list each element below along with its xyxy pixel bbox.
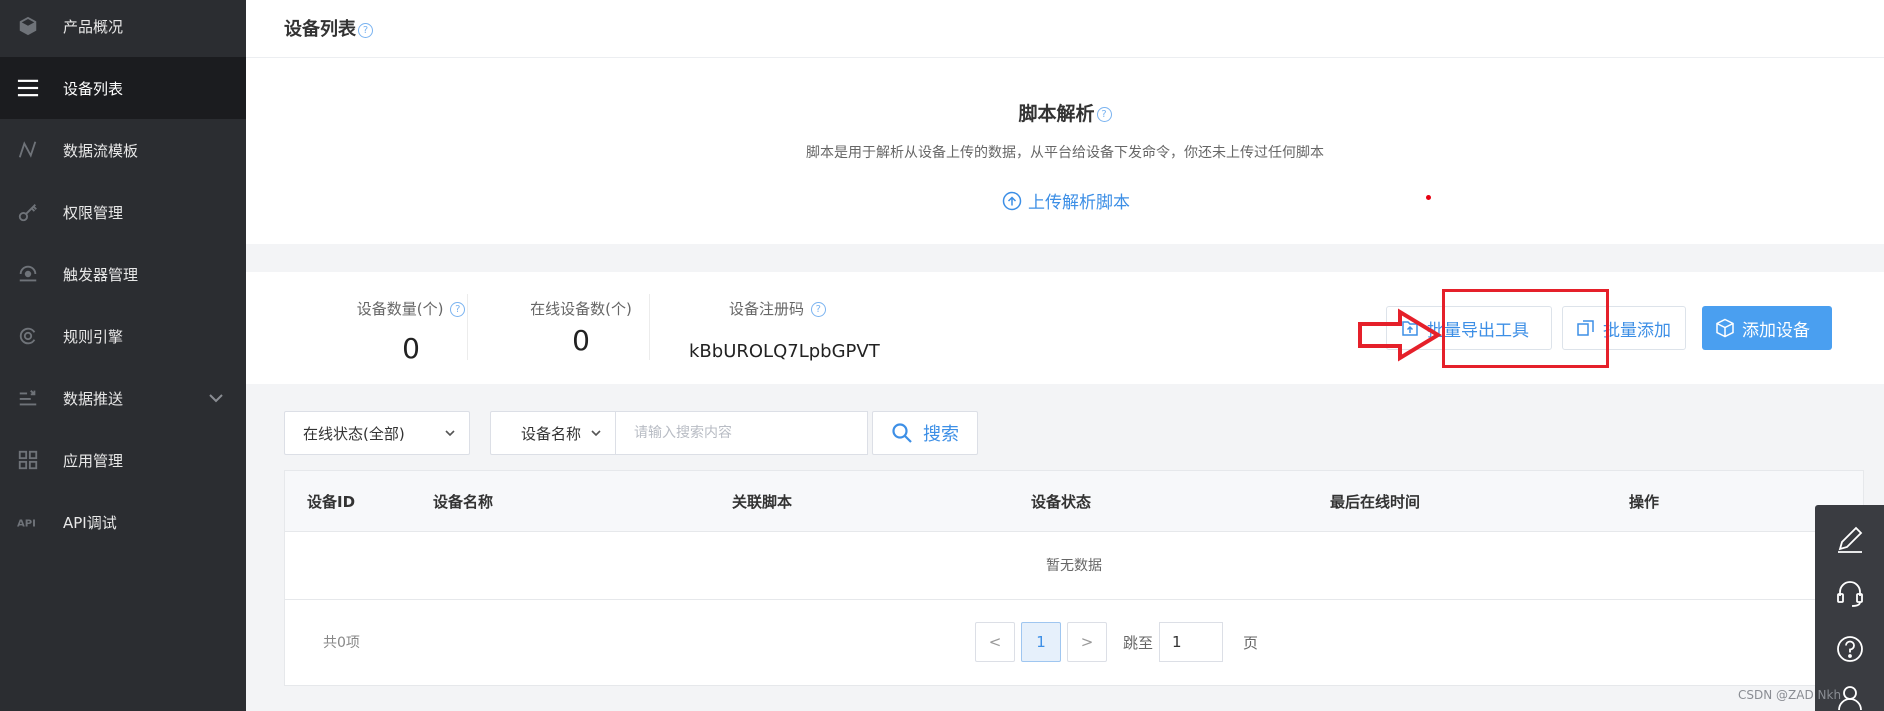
search-field-value: 设备名称 xyxy=(521,424,582,443)
svg-text:API: API xyxy=(17,519,36,530)
list-icon xyxy=(17,77,39,99)
script-title-text: 脚本解析 xyxy=(1018,103,1095,125)
sidebar-item-label: 产品概况 xyxy=(63,17,124,36)
page-unit-label: 页 xyxy=(1243,634,1259,652)
column-header: 设备ID xyxy=(307,493,356,511)
help-icon[interactable]: ? xyxy=(1096,107,1112,122)
watermark: CSDN @ZAD Nkh xyxy=(1738,688,1842,702)
cube-icon xyxy=(1716,318,1734,338)
red-dot-mark xyxy=(1426,195,1431,200)
online-status-value: 在线状态(全部) xyxy=(303,424,405,443)
search-button-label: 搜索 xyxy=(923,424,959,445)
chevron-down-icon xyxy=(591,430,601,437)
column-header: 操作 xyxy=(1629,493,1660,511)
search-button[interactable]: 搜索 xyxy=(872,411,978,455)
chevron-down-icon xyxy=(445,430,455,437)
sidebar-item-datastream-template[interactable]: 数据流模板 xyxy=(0,119,246,181)
edit-icon[interactable] xyxy=(1834,523,1866,555)
script-description: 脚本是用于解析从设备上传的数据，从平台给设备下发命令，你还未上传过任何脚本 xyxy=(806,145,1324,161)
page-title-text: 设备列表 xyxy=(284,19,356,40)
script-title: 脚本解析? xyxy=(246,99,1884,126)
next-page-button[interactable]: > xyxy=(1067,622,1107,662)
page-title: 设备列表? xyxy=(284,15,373,41)
upload-icon xyxy=(1002,191,1022,210)
trigger-icon xyxy=(17,263,39,285)
prev-page-button[interactable]: < xyxy=(975,622,1015,662)
sidebar-item-label: 规则引擎 xyxy=(63,327,124,346)
api-icon: API xyxy=(17,511,39,533)
red-highlight-box xyxy=(1442,289,1609,368)
help-icon[interactable]: ? xyxy=(810,302,826,317)
column-header: 设备状态 xyxy=(1031,493,1092,511)
search-icon xyxy=(892,423,912,443)
sidebar-item-product-overview[interactable]: 产品概况 xyxy=(0,0,246,57)
sidebar-item-label: API调试 xyxy=(63,513,117,532)
sidebar-item-trigger[interactable]: 触发器管理 xyxy=(0,243,246,305)
sidebar-item-rule-engine[interactable]: 规则引擎 xyxy=(0,305,246,367)
table-header: 设备ID 设备名称 关联脚本 设备状态 最后在线时间 操作 xyxy=(285,471,1863,532)
sidebar-item-label: 数据流模板 xyxy=(63,141,139,160)
divider xyxy=(467,294,468,360)
help-circle-icon[interactable] xyxy=(1834,633,1866,665)
reg-code-label: 设备注册码 ? xyxy=(729,298,919,319)
reg-code-value: kBbUROLQ7LpbGPVT xyxy=(689,341,880,362)
cube-icon xyxy=(17,15,39,37)
empty-state: 暂无数据 xyxy=(1046,558,1102,574)
floating-toolbar xyxy=(1815,505,1884,711)
page-button-1[interactable]: 1 xyxy=(1021,622,1061,662)
sidebar-item-device-list[interactable]: 设备列表 xyxy=(0,57,246,119)
sidebar-item-data-push[interactable]: 数据推送 xyxy=(0,367,246,429)
sidebar-item-api-debug[interactable]: API API调试 xyxy=(0,491,246,553)
help-icon[interactable]: ? xyxy=(358,22,373,38)
grid-icon xyxy=(17,449,39,471)
total-count: 共0项 xyxy=(323,635,360,651)
device-table: 设备ID 设备名称 关联脚本 设备状态 最后在线时间 操作 暂无数据 xyxy=(284,470,1864,600)
upload-script-link[interactable]: 上传解析脚本 xyxy=(1002,188,1130,213)
key-icon xyxy=(17,201,39,223)
add-device-label: 添加设备 xyxy=(1742,320,1810,341)
batch-add-label: 批量添加 xyxy=(1603,320,1671,341)
sidebar-item-label: 应用管理 xyxy=(63,451,124,470)
sidebar-item-permission[interactable]: 权限管理 xyxy=(0,181,246,243)
online-status-select[interactable]: 在线状态(全部) xyxy=(284,411,470,455)
add-device-button[interactable]: 添加设备 xyxy=(1702,306,1832,350)
title-bar: 设备列表? xyxy=(246,0,1884,58)
sidebar-item-label: 权限管理 xyxy=(63,203,124,222)
main-content: 设备列表? 脚本解析? 脚本是用于解析从设备上传的数据，从平台给设备下发命令，你… xyxy=(246,0,1884,711)
upload-script-label: 上传解析脚本 xyxy=(1028,193,1130,213)
pagination: 共0项 < 1 > 跳至 页 xyxy=(284,600,1864,686)
jump-label: 跳至 xyxy=(1123,634,1154,652)
sidebar-item-label: 触发器管理 xyxy=(63,265,139,284)
divider xyxy=(649,294,650,360)
online-count-label: 在线设备数(个) xyxy=(530,300,632,318)
flow-icon xyxy=(17,139,39,161)
sidebar-item-app-management[interactable]: 应用管理 xyxy=(0,429,246,491)
engine-icon xyxy=(17,325,39,347)
sidebar: 产品概况 设备列表 数据流模板 权限管理 触发器管理 规则引擎 数据推送 应用管… xyxy=(0,0,246,711)
reg-code-label-text: 设备注册码 xyxy=(729,300,805,318)
online-count-value: 0 xyxy=(572,324,590,357)
push-icon xyxy=(17,387,39,409)
help-icon[interactable]: ? xyxy=(450,302,466,317)
stats-panel: 设备数量(个) ? 0 在线设备数(个) 0 设备注册码 ? kBbUROLQ7… xyxy=(246,272,1884,384)
chevron-down-icon[interactable] xyxy=(208,390,224,406)
column-header: 设备名称 xyxy=(433,493,494,511)
red-arrow-annotation xyxy=(1358,308,1442,362)
online-count-stat: 在线设备数(个) 0 xyxy=(486,272,676,384)
jump-page-input[interactable] xyxy=(1159,622,1223,662)
search-field-select[interactable]: 设备名称 xyxy=(490,411,616,455)
script-panel: 脚本解析? 脚本是用于解析从设备上传的数据，从平台给设备下发命令，你还未上传过任… xyxy=(246,58,1884,244)
headset-icon[interactable] xyxy=(1834,578,1866,610)
reg-code-stat: 设备注册码 ? xyxy=(689,272,919,384)
column-header: 最后在线时间 xyxy=(1330,493,1421,511)
sidebar-item-label: 设备列表 xyxy=(63,79,124,98)
sidebar-item-label: 数据推送 xyxy=(63,389,124,408)
search-input[interactable] xyxy=(616,411,868,455)
device-count-label-text: 设备数量(个) xyxy=(356,300,444,318)
column-header: 关联脚本 xyxy=(732,493,793,511)
